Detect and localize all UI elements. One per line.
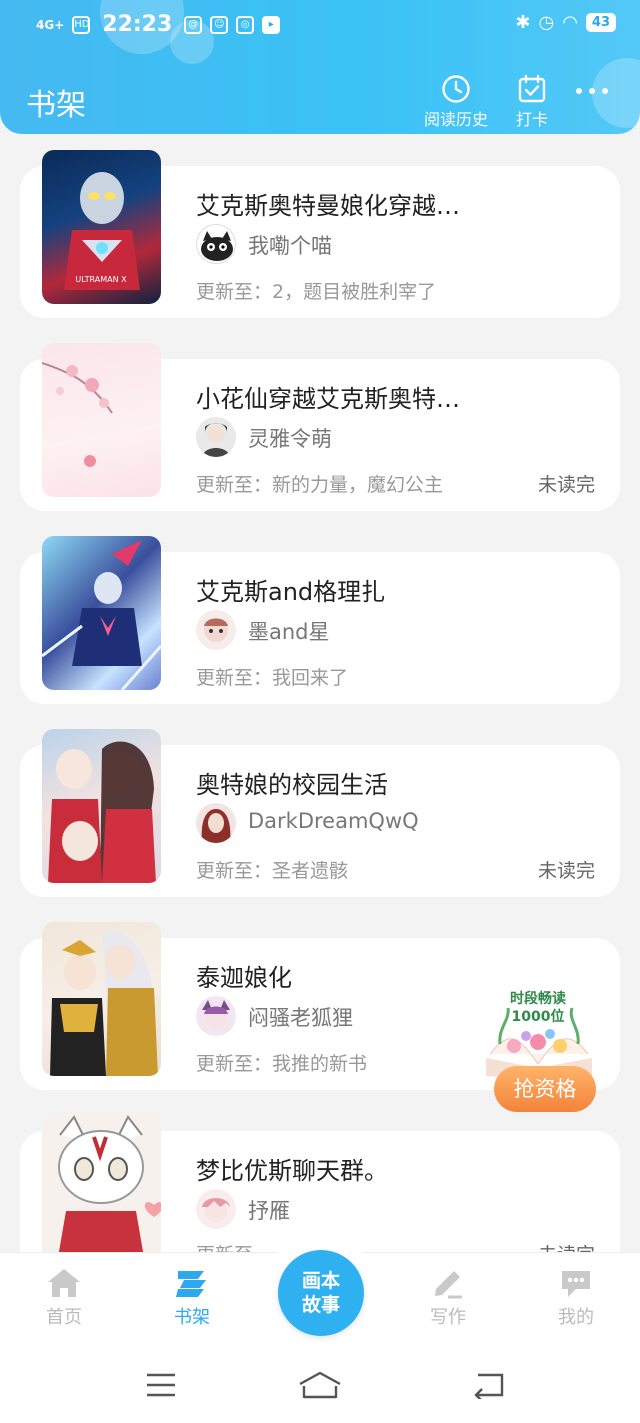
author-name: 抒雁 bbox=[248, 1199, 290, 1223]
book-title: 小花仙穿越艾克斯奥特… bbox=[196, 385, 460, 413]
app-header: 4G+ HD 22:23 @ ☺ ◎ ▸ ✱ ◷ ◠ 43 书架 阅读历史 打卡 bbox=[0, 0, 640, 134]
alarm-icon: ◷ bbox=[538, 12, 555, 33]
grab-qualification-button[interactable]: 抢资格 bbox=[494, 1066, 596, 1112]
promo-text: 时段畅读 1000位 bbox=[510, 990, 566, 1026]
book-cover[interactable] bbox=[42, 343, 161, 497]
hd-icon: HD bbox=[72, 15, 91, 34]
cover-art-gold-knights bbox=[50, 930, 158, 1076]
chibi-avatar-icon bbox=[204, 618, 228, 642]
unread-badge: 未读完 bbox=[538, 860, 596, 882]
author-avatar bbox=[196, 417, 236, 457]
status-time: 22:23 bbox=[102, 12, 173, 37]
bookshelf-icon bbox=[176, 1271, 206, 1297]
center-label-2: 故事 bbox=[301, 1294, 340, 1316]
nav-shelf[interactable]: 书架 bbox=[152, 1267, 232, 1329]
book-title: 艾克斯and格理扎 bbox=[196, 578, 386, 606]
book-title: 梦比优斯聊天群。 bbox=[196, 1157, 388, 1185]
nav-home[interactable]: 首页 bbox=[24, 1267, 104, 1329]
checkin-label: 打卡 bbox=[515, 110, 548, 129]
checkin-button[interactable]: 打卡 bbox=[512, 74, 552, 130]
fox-girl-avatar-icon bbox=[202, 1000, 230, 1029]
back-icon[interactable] bbox=[472, 1371, 504, 1399]
nav-mine[interactable]: 我的 bbox=[536, 1267, 616, 1329]
nav-mine-label: 我的 bbox=[558, 1307, 594, 1328]
notification-icon: @ bbox=[184, 15, 203, 34]
nav-shelf-label: 书架 bbox=[174, 1307, 210, 1328]
redhead-avatar-icon bbox=[201, 809, 231, 843]
update-status: 更新至：我回来了 bbox=[196, 667, 349, 689]
cover-art-blossom bbox=[42, 362, 113, 467]
author-name: DarkDreamQwQ bbox=[248, 809, 419, 833]
book-cover[interactable] bbox=[42, 536, 161, 690]
update-status: 更新至：2，题目被胜利宰了 bbox=[196, 281, 437, 303]
calendar-check-icon bbox=[518, 74, 546, 103]
book-title: 泰迦娘化 bbox=[196, 964, 292, 992]
cover-art-hero bbox=[42, 540, 161, 690]
draw-story-button[interactable]: 画本 故事 bbox=[278, 1250, 364, 1336]
cover-title-text: ULTRAMAN X bbox=[75, 275, 127, 284]
promo-line1: 时段畅读 bbox=[510, 991, 566, 1007]
chat-bubble-icon bbox=[562, 1271, 590, 1297]
reading-history-button[interactable]: 阅读历史 bbox=[424, 74, 488, 130]
cover-art-mask-cat bbox=[56, 1115, 161, 1269]
unread-badge: 未读完 bbox=[538, 474, 596, 496]
status-bar: 4G+ HD 22:23 @ ☺ ◎ ▸ ✱ ◷ ◠ 43 bbox=[0, 0, 640, 50]
promo-line2: 1000位 bbox=[511, 1009, 565, 1025]
promo-widget[interactable]: 时段畅读 1000位 抢资格 bbox=[480, 988, 598, 1112]
author-name: 墨and星 bbox=[248, 620, 330, 644]
battery-icon: 43 bbox=[585, 13, 616, 32]
chat-icon: ☺ bbox=[210, 15, 229, 34]
menu-icon[interactable] bbox=[145, 1372, 177, 1398]
pink-girl-avatar-icon bbox=[202, 1198, 230, 1222]
author-avatar bbox=[196, 996, 236, 1036]
cover-art-group bbox=[48, 741, 156, 883]
book-title: 奥特娘的校园生活 bbox=[196, 771, 388, 799]
network-indicator: 4G+ bbox=[36, 17, 65, 32]
app-notify-icon: ▸ bbox=[262, 15, 281, 34]
system-nav-bar bbox=[0, 1352, 640, 1423]
author-avatar bbox=[196, 803, 236, 843]
nav-home-label: 首页 bbox=[46, 1307, 82, 1328]
author-avatar bbox=[196, 224, 236, 264]
bluetooth-icon: ✱ bbox=[515, 12, 531, 33]
home-system-icon[interactable] bbox=[298, 1370, 342, 1400]
update-status: 更新至：我推的新书 bbox=[196, 1053, 368, 1075]
girl-avatar-icon bbox=[196, 417, 236, 457]
update-status: 更新至：新的力量，魔幻公主 bbox=[196, 474, 444, 496]
home-icon bbox=[48, 1269, 80, 1297]
reading-history-label: 阅读历史 bbox=[424, 110, 489, 129]
nav-write[interactable]: 写作 bbox=[408, 1267, 488, 1329]
pen-icon bbox=[435, 1271, 462, 1299]
book-title: 艾克斯奥特曼娘化穿越… bbox=[196, 192, 460, 220]
author-avatar bbox=[196, 1189, 236, 1229]
nav-write-label: 写作 bbox=[430, 1307, 466, 1328]
author-name: 灵雅令萌 bbox=[248, 427, 332, 451]
more-menu-icon[interactable] bbox=[576, 88, 608, 94]
author-name: 我嘞个喵 bbox=[248, 234, 332, 258]
book-cover[interactable]: ULTRAMAN X bbox=[42, 150, 161, 304]
clock-icon bbox=[442, 75, 470, 103]
cat-avatar-icon bbox=[201, 231, 233, 261]
book-cover[interactable] bbox=[42, 729, 161, 883]
page-title: 书架 bbox=[26, 88, 86, 123]
book-cover[interactable] bbox=[42, 1115, 161, 1269]
center-label-1: 画本 bbox=[301, 1270, 340, 1292]
book-cover[interactable] bbox=[42, 922, 161, 1076]
author-avatar bbox=[196, 610, 236, 650]
author-name: 闷骚老狐狸 bbox=[248, 1006, 353, 1030]
cover-art-ultraman: ULTRAMAN X bbox=[64, 172, 140, 290]
camera-icon: ◎ bbox=[236, 15, 255, 34]
wifi-icon: ◠ bbox=[562, 12, 578, 33]
update-status: 更新至：圣者遗骸 bbox=[196, 860, 349, 882]
